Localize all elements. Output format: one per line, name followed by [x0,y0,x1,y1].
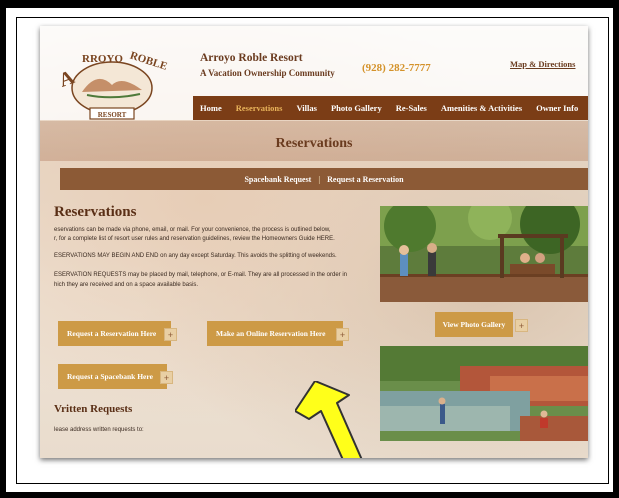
online-reservation-plus-icon[interactable]: + [336,328,349,341]
resort-deck-photo[interactable] [380,206,588,302]
site-title: Arroyo Roble Resort [200,52,303,64]
site-subtitle: A Vacation Ownership Community [200,68,335,78]
spacebank-label: Request a Spacebank Here [67,372,153,381]
map-directions-link[interactable]: Map & Directions [510,59,575,69]
nav-amenities[interactable]: Amenities & Activities [434,103,529,113]
nav-owner-info[interactable]: Owner Info [529,103,585,113]
nav-villas[interactable]: Villas [289,103,323,113]
online-reservation-label: Make an Online Reservation Here [216,329,326,338]
online-reservation-button[interactable]: Make an Online Reservation Here [207,321,343,346]
written-requests-heading: Vritten Requests [54,403,133,415]
website-screenshot: A RROYO ROBLE RESORT Arroyo Roble Resort… [40,26,588,458]
sub-nav: Spacebank Request | Request a Reservatio… [60,168,588,190]
request-reservation-plus-icon[interactable]: + [164,328,177,341]
request-reservation-button[interactable]: Request a Reservation Here [58,321,171,346]
svg-text:RESORT: RESORT [98,111,127,119]
banner-title: Reservations [275,136,353,151]
resort-logo[interactable]: A RROYO ROBLE RESORT [52,40,178,122]
main-nav: Home Reservations Villas Photo Gallery R… [193,96,588,120]
subnav-request-reservation[interactable]: Request a Reservation [327,175,403,184]
gallery-plus-icon[interactable]: + [515,319,528,332]
nav-re-sales[interactable]: Re-Sales [389,103,434,113]
nav-home[interactable]: Home [193,103,229,113]
paragraph-line: ESERVATIONS MAY BEGIN AND END on any day… [54,253,337,259]
nav-photo-gallery[interactable]: Photo Gallery [324,103,389,113]
written-requests-text: lease address written requests to: [54,427,144,433]
view-photo-gallery-button[interactable]: View Photo Gallery [435,312,513,337]
paragraph-line: hich they are received and on a space av… [54,282,199,288]
subnav-separator: | [318,174,321,184]
spacebank-button[interactable]: Request a Spacebank Here [58,364,167,389]
spacebank-plus-icon[interactable]: + [160,371,173,384]
page-heading: Reservations [54,204,137,220]
paragraph-line: ESERVATION REQUESTS may be placed by mai… [54,272,348,278]
yellow-pointer-arrow-icon [295,381,363,458]
view-photo-gallery-label: View Photo Gallery [442,320,506,329]
svg-text:RROYO: RROYO [82,53,123,65]
phone-number[interactable]: (928) 282-7777 [362,62,431,74]
request-reservation-label: Request a Reservation Here [67,329,157,338]
creek-photo[interactable] [380,346,588,441]
paragraph-line: r, for a complete list of resort user ru… [54,236,335,242]
paragraph-line: eservations can be made via phone, email… [54,227,331,233]
subnav-spacebank-request[interactable]: Spacebank Request [244,175,311,184]
nav-reservations[interactable]: Reservations [229,103,290,113]
